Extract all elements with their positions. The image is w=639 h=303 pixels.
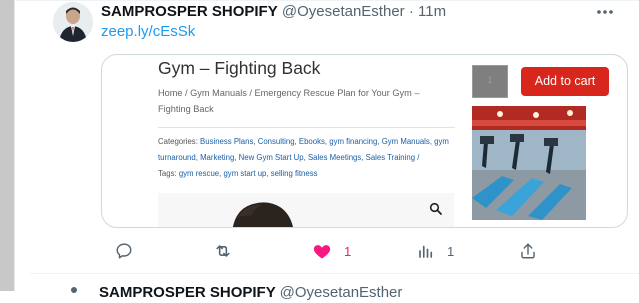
breadcrumb: Home / Gym Manuals / Emergency Rescue Pl… [158,88,420,114]
share-button[interactable] [519,236,537,266]
display-name[interactable]: SAMPROSPER SHOPIFY [99,284,275,301]
category-link: Marketing [200,153,235,162]
quantity-value: 1 [487,75,493,85]
like-button[interactable]: 1 [312,236,351,266]
left-sidebar-rail [0,0,14,291]
category-link: New Gym Start Up [238,153,304,162]
retweet-icon [216,245,230,257]
category-link: Ebooks [298,137,325,146]
category-link: gym financing [329,137,378,146]
category-link: Consulting [257,137,295,146]
display-name[interactable]: SAMPROSPER SHOPIFY [101,3,278,20]
divider [158,127,455,128]
category-link: Gym Manuals [381,137,430,146]
product-image-photo [158,193,454,227]
magnifier-icon [429,202,443,216]
category-link: Sales Meetings [307,153,362,162]
heart-icon [313,245,331,259]
tweet-action-bar: 1 1 [101,236,628,266]
quantity-input: 1 [472,65,508,98]
user-handle[interactable]: @OyesetanEsther [280,284,403,301]
reply-icon [116,243,132,259]
share-icon [521,243,535,259]
user-handle[interactable]: @OyesetanEsther [282,3,405,20]
add-to-cart-button: Add to cart [521,67,609,96]
divider [15,0,639,1]
divider [30,273,639,274]
tag-link: gym start up [223,169,267,178]
category-link: Business Plans [200,137,254,146]
views-chart-icon [419,245,433,258]
tags-label: Tags: [158,169,177,178]
avatar[interactable] [53,2,93,42]
views-button[interactable]: 1 [417,236,454,266]
retweet-button[interactable] [213,236,233,266]
views-count: 1 [447,243,455,259]
ellipsis-icon[interactable] [593,2,617,22]
product-image [158,193,454,227]
reply-button[interactable] [115,236,133,266]
category-link: Sales Training / [365,153,420,162]
product-title: Gym – Fighting Back [158,58,321,78]
tweet-header: SAMPROSPER SHOPIFY @OyesetanEsther · 11m [101,2,446,22]
timestamp[interactable]: 11m [418,3,446,20]
next-tweet-avatar[interactable] [71,287,77,293]
tweet-link[interactable]: zeep.ly/cEsSk [101,22,195,42]
gym-photo [472,106,586,220]
tag-link: selling fitness [270,169,318,178]
categories-label: Categories: [158,137,198,146]
like-count: 1 [344,243,352,259]
timeline-column: SAMPROSPER SHOPIFY @OyesetanEsther · 11m… [14,0,639,301]
avatar-image [53,2,93,42]
next-tweet-header: SAMPROSPER SHOPIFY @OyesetanEsther [99,283,402,303]
separator-dot: · [408,3,414,20]
tag-link: gym rescue [178,169,220,178]
link-preview-card[interactable]: Gym – Fighting Back Home / Gym Manuals /… [101,54,628,228]
product-meta: Categories: Business Plans, Consulting, … [158,137,449,178]
